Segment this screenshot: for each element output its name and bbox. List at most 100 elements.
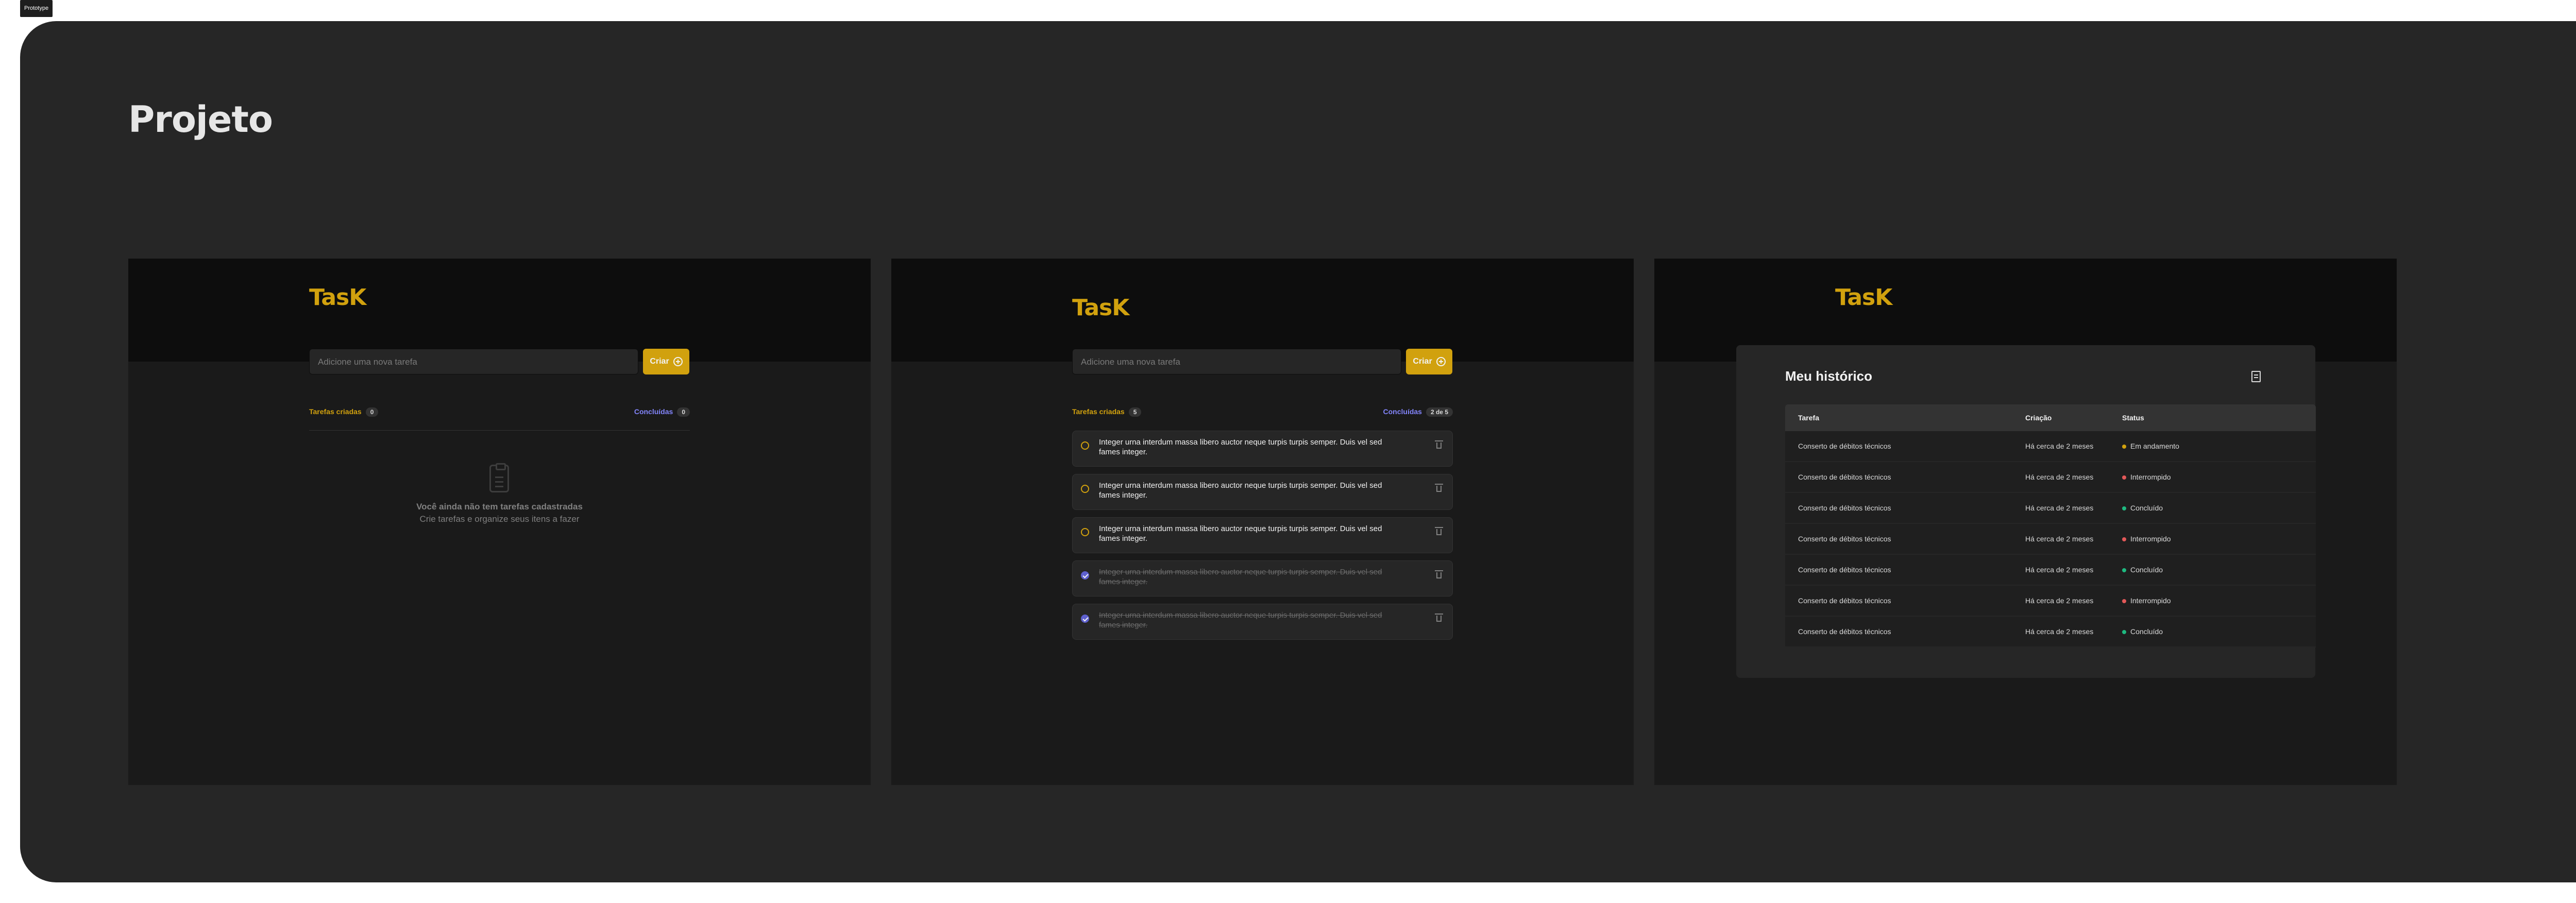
page-title: Projeto [128, 98, 273, 141]
divider [309, 430, 690, 431]
cell-task: Conserto de débitos técnicos [1798, 535, 1891, 543]
trash-icon[interactable] [1435, 484, 1443, 492]
trash-icon[interactable] [1435, 570, 1443, 578]
task-text: Integer urna interdum massa libero aucto… [1099, 438, 1382, 456]
status-label: Interrompido [2130, 473, 2171, 481]
done-count-badge: 0 [677, 407, 690, 417]
project-canvas: Projeto TasK Adicione uma nova tarefa Cr… [20, 21, 2576, 882]
create-button-label: Criar [650, 357, 669, 366]
task-text: Integer urna interdum massa libero aucto… [1099, 568, 1382, 586]
table-header: Tarefa Criação Status [1785, 404, 2316, 431]
task-checkbox-checked[interactable] [1081, 615, 1089, 623]
logo: TasK [1072, 295, 1129, 321]
cell-created: Há cerca de 2 meses [2025, 442, 2094, 450]
history-card: Meu histórico Tarefa Criação Status Cons… [1736, 345, 2316, 678]
task-item: Integer urna interdum massa libero aucto… [1072, 474, 1453, 510]
table-row: Conserto de débitos técnicos Há cerca de … [1785, 524, 2316, 555]
created-tasks-counter: Tarefas criadas 0 [309, 407, 379, 417]
screen-empty-state: TasK Adicione uma nova tarefa Criar Tare… [128, 259, 871, 785]
created-count-badge: 5 [1128, 407, 1142, 417]
header [128, 259, 871, 362]
task-checkbox[interactable] [1081, 441, 1089, 450]
plus-circle-icon [1436, 357, 1446, 366]
empty-subtitle: Crie tarefas e organize seus itens a faz… [419, 514, 580, 524]
logo: TasK [1835, 284, 1892, 311]
task-checkbox[interactable] [1081, 485, 1089, 493]
status-dot [2122, 445, 2126, 449]
new-task-input[interactable]: Adicione uma nova tarefa [1072, 349, 1401, 374]
status-label: Concluído [2130, 627, 2163, 636]
status-label: Interrompido [2130, 597, 2171, 605]
table-row: Conserto de débitos técnicos Há cerca de … [1785, 555, 2316, 586]
cell-status: Em andamento [2122, 431, 2179, 461]
task-text: Integer urna interdum massa libero aucto… [1099, 524, 1382, 543]
created-tasks-label: Tarefas criadas [1072, 407, 1125, 416]
cell-created: Há cerca de 2 meses [2025, 473, 2094, 481]
status-label: Em andamento [2130, 442, 2179, 450]
clipboard-icon [489, 463, 509, 492]
status-label: Interrompido [2130, 535, 2171, 543]
table-row: Conserto de débitos técnicos Há cerca de … [1785, 431, 2316, 462]
logo: TasK [309, 284, 366, 311]
created-tasks-label: Tarefas criadas [309, 407, 362, 416]
created-tasks-counter: Tarefas criadas 5 [1072, 407, 1142, 417]
table-row: Conserto de débitos técnicos Há cerca de … [1785, 493, 2316, 524]
status-dot [2122, 599, 2126, 604]
new-task-input[interactable]: Adicione uma nova tarefa [309, 349, 638, 374]
cell-status: Interrompido [2122, 586, 2171, 616]
table-row: Conserto de débitos técnicos Há cerca de … [1785, 462, 2316, 493]
task-item-done: Integer urna interdum massa libero aucto… [1072, 604, 1453, 640]
cell-created: Há cerca de 2 meses [2025, 504, 2094, 512]
task-checkbox[interactable] [1081, 528, 1089, 536]
cell-created: Há cerca de 2 meses [2025, 566, 2094, 574]
status-label: Concluído [2130, 504, 2163, 512]
done-tasks-counter: Concluídas 0 [634, 407, 690, 417]
cell-task: Conserto de débitos técnicos [1798, 442, 1891, 450]
table-row: Conserto de débitos técnicos Há cerca de … [1785, 617, 2316, 648]
history-table: Tarefa Criação Status Conserto de débito… [1785, 404, 2316, 648]
cell-task: Conserto de débitos técnicos [1798, 566, 1891, 574]
cell-created: Há cerca de 2 meses [2025, 627, 2094, 636]
create-button[interactable]: Criar [1406, 349, 1452, 374]
cell-task: Conserto de débitos técnicos [1798, 597, 1891, 605]
empty-title: Você ainda não tem tarefas cadastradas [416, 502, 583, 512]
status-dot [2122, 506, 2126, 511]
done-count-badge: 2 de 5 [1426, 407, 1453, 417]
cell-created: Há cerca de 2 meses [2025, 597, 2094, 605]
trash-icon[interactable] [1435, 440, 1443, 449]
task-checkbox-checked[interactable] [1081, 571, 1089, 580]
trash-icon[interactable] [1435, 527, 1443, 535]
column-header-status: Status [2122, 414, 2144, 422]
header [891, 259, 1634, 362]
cell-task: Conserto de débitos técnicos [1798, 627, 1891, 636]
history-title: Meu histórico [1785, 368, 1873, 384]
task-item: Integer urna interdum massa libero aucto… [1072, 517, 1453, 553]
status-dot [2122, 475, 2126, 480]
cell-status: Interrompido [2122, 524, 2171, 554]
create-button[interactable]: Criar [643, 349, 689, 374]
done-tasks-label: Concluídas [1383, 407, 1422, 416]
scroll-history-icon[interactable] [2251, 371, 2261, 382]
task-item-done: Integer urna interdum massa libero aucto… [1072, 560, 1453, 597]
status-dot [2122, 568, 2126, 573]
cell-task: Conserto de débitos técnicos [1798, 504, 1891, 512]
created-count-badge: 0 [365, 407, 379, 417]
done-tasks-label: Concluídas [634, 407, 673, 416]
create-button-label: Criar [1413, 357, 1432, 366]
task-text: Integer urna interdum massa libero aucto… [1099, 481, 1382, 500]
column-header-task: Tarefa [1798, 414, 1819, 422]
cell-task: Conserto de débitos técnicos [1798, 473, 1891, 481]
task-text: Integer urna interdum massa libero aucto… [1099, 611, 1382, 629]
status-dot [2122, 537, 2126, 542]
status-label: Concluído [2130, 566, 2163, 574]
prototype-tag: Prototype [20, 0, 53, 17]
task-item: Integer urna interdum massa libero aucto… [1072, 431, 1453, 467]
trash-icon[interactable] [1435, 614, 1443, 622]
cell-status: Concluído [2122, 493, 2163, 523]
cell-created: Há cerca de 2 meses [2025, 535, 2094, 543]
done-tasks-counter: Concluídas 2 de 5 [1383, 407, 1453, 417]
column-header-created: Criação [2025, 414, 2052, 422]
cell-status: Interrompido [2122, 462, 2171, 492]
cell-status: Concluído [2122, 555, 2163, 585]
cell-status: Concluído [2122, 617, 2163, 646]
